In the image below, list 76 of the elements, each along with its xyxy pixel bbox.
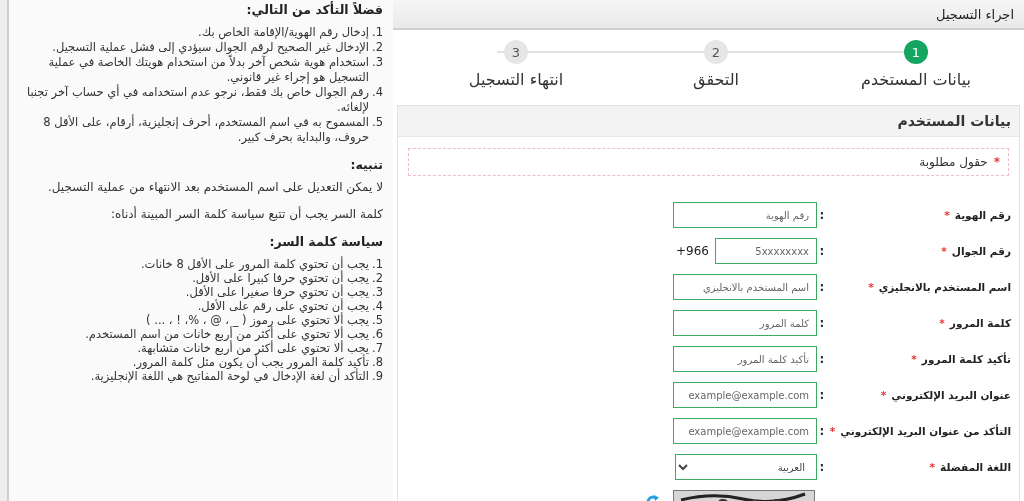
list-number: 2. — [372, 40, 383, 55]
field-label: اسم المستخدم بالانجليزي — [878, 281, 1011, 293]
input-field[interactable]: example@example.com — [673, 418, 817, 444]
password-note: كلمة السر يجب أن تتبع سياسة كلمة السر المبينة أدناه: — [109, 207, 383, 222]
colon: : — [818, 208, 826, 222]
list-text: يجب ألا تحتوي على أكثر من أربع خانات من اسم المستخدم. — [85, 327, 369, 341]
step-label: انتهاء التسجيل — [468, 70, 564, 89]
field-label: تأكيد كلمة المرور — [921, 353, 1011, 365]
colon: : — [818, 352, 826, 366]
colon: : — [818, 460, 826, 474]
colon: : — [818, 424, 826, 438]
step-label: بيانات المستخدم — [861, 70, 971, 89]
input-field[interactable]: كلمة المرور — [673, 310, 817, 336]
step-label: التحقق — [693, 70, 739, 89]
field-label: رقم الهوية — [954, 209, 1011, 221]
list-number: 8. — [372, 355, 383, 369]
country-code: +966 — [676, 244, 709, 258]
list-text: يجب أن تحتوي حرفا صغيرا على الأقل. — [185, 285, 369, 299]
input-field[interactable]: اسم المستخدم بالانجليزي — [673, 274, 817, 300]
list-number: 3. — [372, 285, 383, 299]
phone-field[interactable]: 5xxxxxxxx — [715, 238, 817, 264]
list-text: تأكيد كلمة المرور يجب أن يكون مثل كلمة المرور. — [132, 355, 369, 369]
list-text: التأكد أن لغة الإدخال في لوحة المفاتيح هي اللغة الإنجليزية. — [90, 369, 369, 383]
language-select[interactable]: العربية — [675, 454, 817, 480]
step-number: 2 — [704, 40, 728, 64]
field-label: عنوان البريد الإلكتروني — [891, 389, 1011, 401]
colon: : — [818, 280, 826, 294]
info-heading: فضلاً التأكد من التالي: — [245, 2, 383, 17]
list-text: يجب ألا تحتوي على رموز ( _ ، @ ، %، ! ، ... ) — [146, 313, 369, 327]
list-number: 1. — [372, 25, 383, 40]
list-number: 4. — [372, 85, 383, 101]
list-text: إدخال رقم الهوية/الإقامة الخاص بك. — [198, 25, 369, 40]
section-title: بيانات المستخدم — [897, 113, 1011, 129]
list-text: يجب ألا تحتوي على أكثر من أربع خانات متشابهة. — [137, 341, 369, 355]
list-number: 7. — [372, 341, 383, 355]
page-title: اجراء التسجيل — [936, 6, 1014, 22]
list-text: يجب أن تحتوي حرفا كبيرا على الأقل. — [192, 271, 369, 285]
notice-heading: تنبيه: — [349, 157, 383, 172]
input-field[interactable]: تأكيد كلمة المرور — [673, 346, 817, 372]
list-text: استخدام هوية شخص آخر بدلاً من استخدام هويتك الخاصة في عملية التسجيل هو إجراء غير قانوني. — [47, 55, 369, 84]
list-number: 2. — [372, 271, 383, 285]
field-label: اللغة المفضلة — [940, 461, 1011, 473]
step-number: 3 — [504, 40, 528, 64]
required-mark: * — [944, 209, 950, 221]
required-mark: * — [993, 155, 1000, 169]
list-number: 3. — [372, 55, 383, 71]
required-mark: * — [939, 317, 945, 329]
list-number: 5. — [372, 115, 383, 131]
list-text: الإدخال غير الصحيح لرقم الجوال سيؤدي إلى فشل عملية التسجيل. — [52, 40, 369, 55]
field-label: التأكد من عنوان البريد الإلكتروني — [840, 425, 1011, 437]
required-mark: * — [929, 461, 936, 473]
list-text: المسموح به في اسم المستخدم، أحرف إنجليزية، أرقام، على الأقل 8 حروف، والبداية بحرف كبير. — [42, 115, 369, 145]
list-text: يجب أن تحتوي كلمة المرور على الأقل 8 خانات. — [140, 257, 369, 271]
required-note: حقول مطلوبة — [919, 155, 988, 169]
colon: : — [818, 316, 826, 330]
required-mark: * — [911, 353, 917, 365]
list-number: 4. — [372, 299, 383, 313]
list-text: يجب أن تحتوي على رقم على الأقل. — [197, 299, 369, 313]
required-mark: * — [880, 389, 887, 401]
list-text: رقم الجوال خاص بك فقط، نرجو عدم استخدامه في أي حساب آخر تجنبا لإلغائه. — [25, 85, 369, 114]
required-mark: * — [829, 425, 836, 437]
colon: : — [818, 244, 826, 258]
input-field[interactable]: رقم الهوية — [673, 202, 817, 228]
field-label: رقم الجوال — [951, 245, 1011, 257]
required-mark: * — [868, 281, 874, 293]
required-mark: * — [941, 245, 947, 257]
list-number: 5. — [372, 313, 383, 327]
list-number: 1. — [372, 257, 383, 271]
list-number: 9. — [372, 369, 383, 383]
notice-text: لا يمكن التعديل على اسم المستخدم بعد الانتهاء من عملية التسجيل. — [46, 180, 383, 195]
step-number: 1 — [904, 40, 928, 64]
policy-heading: سياسة كلمة السر: — [268, 234, 383, 249]
colon: : — [818, 388, 826, 402]
field-label: كلمة المرور — [949, 317, 1011, 329]
input-field[interactable]: example@example.com — [673, 382, 817, 408]
list-number: 6. — [372, 327, 383, 341]
